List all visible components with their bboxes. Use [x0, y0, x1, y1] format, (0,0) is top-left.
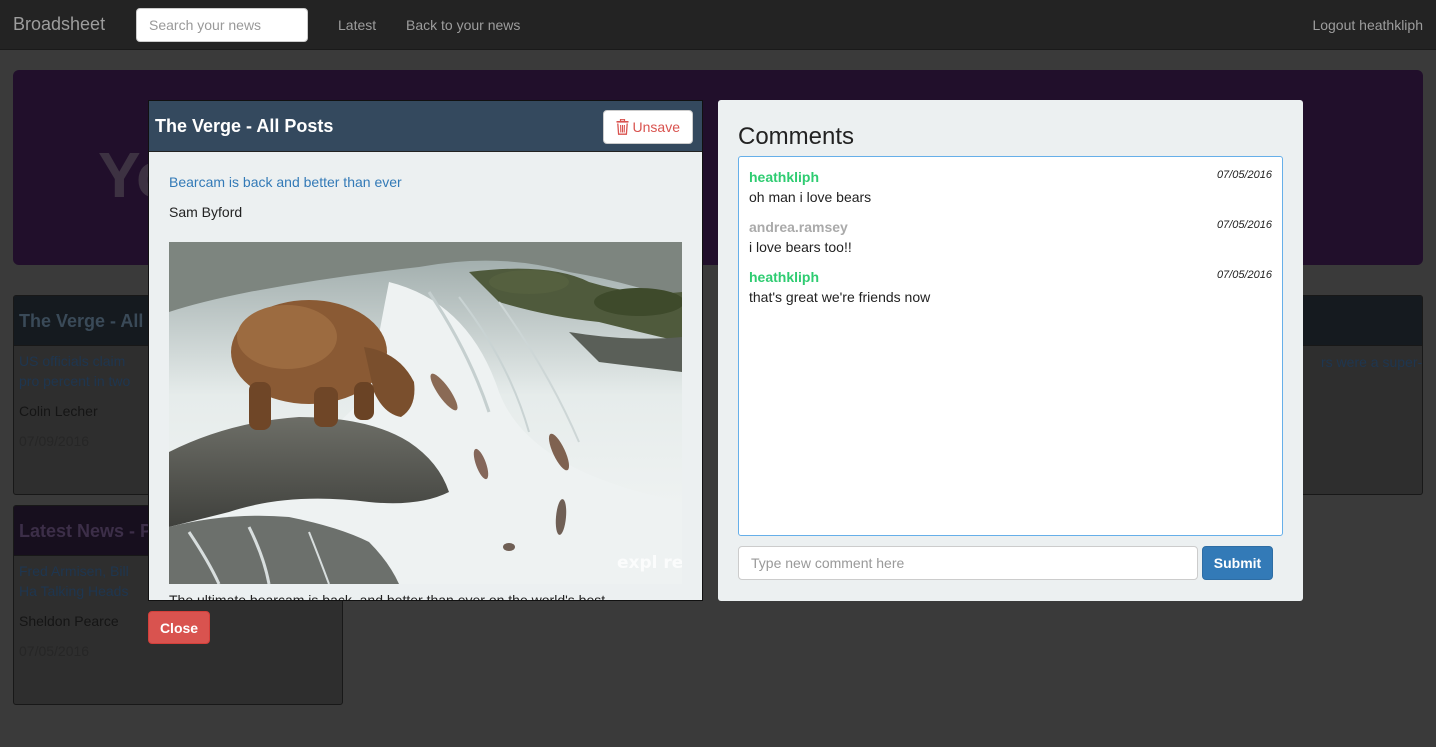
article-source-title: The Verge - All Posts [155, 116, 334, 136]
comment-date: 07/05/2016 [1216, 169, 1272, 181]
navbar: Broadsheet Latest Back to your news Logo… [0, 0, 1436, 50]
comment-text: i love bears too!! [749, 239, 852, 255]
article-bear-image: expl re [169, 242, 682, 584]
article-modal: The Verge - All Posts Unsave Bearcam is … [148, 100, 703, 601]
comments-list[interactable]: heathkliph 07/05/2016 oh man i love bear… [738, 156, 1283, 536]
comment-username: andrea.ramsey [749, 219, 848, 235]
card-date: 07/05/2016 [19, 643, 90, 659]
comment-text: that's great we're friends now [749, 289, 931, 305]
comment-username: heathkliph [749, 269, 820, 285]
comment-text: oh man i love bears [749, 189, 872, 205]
search-input[interactable] [136, 8, 308, 42]
article-author: Sam Byford [169, 204, 243, 220]
comment-username: heathkliph [749, 169, 820, 185]
nav-latest-link[interactable]: Latest [338, 17, 376, 33]
comments-title: Comments [738, 123, 855, 150]
nav-back-link[interactable]: Back to your news [406, 17, 520, 33]
comment-date: 07/05/2016 [1216, 269, 1272, 281]
article-snippet: The ultimate bearcam is back, and better… [169, 592, 606, 601]
article-body: Bearcam is back and better than ever Sam… [149, 152, 702, 601]
image-watermark: expl re [617, 553, 682, 573]
logout-link[interactable]: Logout heathkliph [1312, 17, 1423, 33]
submit-comment-button[interactable]: Submit [1202, 546, 1273, 580]
comment-input[interactable] [738, 546, 1198, 580]
card-article-link: Fred Armisen, Bill Ha Talking Heads <i>S… [19, 563, 129, 599]
brand-logo[interactable]: Broadsheet [13, 14, 105, 35]
comments-modal: Comments heathkliph 07/05/2016 oh man i … [718, 100, 1303, 601]
comment-item: heathkliph 07/05/2016 oh man i love bear… [749, 167, 1272, 217]
card-article-link: rs were a super- [1321, 354, 1423, 370]
unsave-button[interactable]: Unsave [602, 110, 693, 144]
article-title-link[interactable]: Bearcam is back and better than ever [169, 172, 682, 192]
article-modal-header: The Verge - All Posts Unsave [149, 101, 702, 152]
comment-item: heathkliph 07/05/2016 that's great we're… [749, 267, 1272, 317]
close-button[interactable]: Close [148, 611, 210, 644]
trash-icon [616, 119, 629, 135]
comment-date: 07/05/2016 [1216, 219, 1272, 231]
card-article-link: US officials claim pro percent in two ye… [19, 353, 131, 389]
comment-item: andrea.ramsey 07/05/2016 i love bears to… [749, 217, 1272, 267]
background-news-card-right: rs were a super- [1303, 295, 1423, 495]
unsave-label: Unsave [632, 119, 680, 135]
